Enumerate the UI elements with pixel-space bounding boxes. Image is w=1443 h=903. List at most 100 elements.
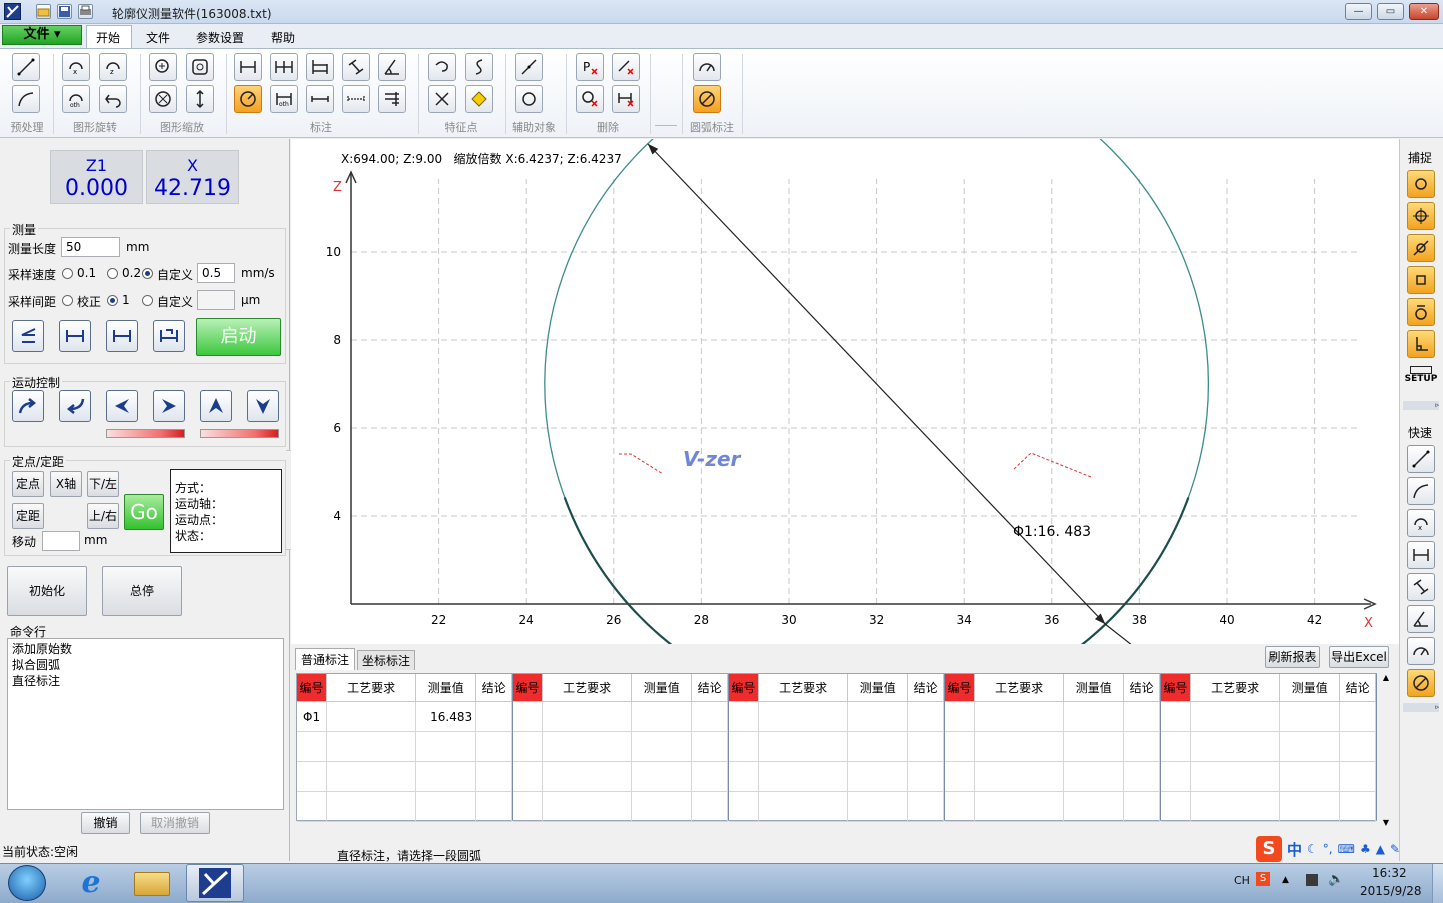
file-menu-button[interactable]: 文件 ▾ <box>2 25 82 45</box>
table-row[interactable] <box>1161 732 1376 762</box>
table-row[interactable] <box>945 702 1160 732</box>
table-cell[interactable] <box>1280 732 1341 762</box>
quick-angle-icon[interactable] <box>1407 605 1435 633</box>
measure-mode-2-icon[interactable] <box>59 320 91 352</box>
maximize-button[interactable]: ▭ <box>1377 3 1404 20</box>
dim-aligned-icon[interactable] <box>342 53 370 81</box>
ime-toolbar[interactable]: S 中 ☾ °, ⌨ ♣ ▲ ✎ <box>1256 836 1442 862</box>
table-row[interactable] <box>945 732 1160 762</box>
table-cell[interactable] <box>758 762 849 792</box>
column-header[interactable]: 工艺要求 <box>974 674 1065 702</box>
table-cell[interactable] <box>692 762 728 792</box>
table-row[interactable] <box>1161 762 1376 792</box>
column-header[interactable]: 测量值 <box>632 674 693 702</box>
table-row[interactable] <box>729 792 944 822</box>
sogou-icon[interactable]: S <box>1256 836 1282 862</box>
table-row[interactable] <box>513 732 728 762</box>
table-cell[interactable] <box>758 702 849 732</box>
file-explorer-icon[interactable] <box>134 872 170 896</box>
quick-rotate-icon[interactable]: x <box>1407 509 1435 537</box>
interval-radio-1[interactable] <box>107 295 118 306</box>
feature-point-icon[interactable] <box>465 85 493 113</box>
snap-quadrant-icon[interactable] <box>1407 298 1435 326</box>
table-cell[interactable] <box>1124 762 1160 792</box>
table-cell[interactable] <box>1064 792 1125 822</box>
profilometer-app-icon[interactable] <box>186 864 244 902</box>
quick-dim-icon[interactable] <box>1407 541 1435 569</box>
table-cell[interactable] <box>1064 702 1125 732</box>
column-header[interactable]: 编号 <box>1161 674 1191 702</box>
move-right-icon[interactable] <box>153 390 185 422</box>
table-cell[interactable] <box>1190 732 1281 762</box>
table-cell[interactable] <box>476 702 512 732</box>
column-header[interactable]: 测量值 <box>1280 674 1341 702</box>
snap-center-icon[interactable] <box>1407 202 1435 230</box>
column-header[interactable]: 工艺要求 <box>542 674 633 702</box>
speed-radio-0-2[interactable] <box>107 268 118 279</box>
table-cell[interactable] <box>945 792 975 822</box>
table-cell[interactable] <box>758 732 849 762</box>
table-cell[interactable] <box>945 732 975 762</box>
table-cell[interactable] <box>729 792 759 822</box>
table-cell[interactable] <box>908 792 944 822</box>
tray-network-icon[interactable] <box>1306 874 1318 886</box>
quick-line-icon[interactable] <box>1407 445 1435 473</box>
table-row[interactable] <box>513 792 728 822</box>
keyboard-icon[interactable]: ⌨ <box>1338 842 1355 856</box>
table-cell[interactable] <box>908 732 944 762</box>
rotate-z-icon[interactable]: z <box>99 53 127 81</box>
delete-line-icon[interactable] <box>612 53 640 81</box>
table-cell[interactable] <box>1340 732 1376 762</box>
column-header[interactable]: 工艺要求 <box>326 674 417 702</box>
dim-line-icon[interactable] <box>306 85 334 113</box>
table-cell[interactable] <box>632 762 693 792</box>
measure-mode-4-icon[interactable] <box>153 320 185 352</box>
move-down-icon[interactable] <box>247 390 279 422</box>
quick-gauge-icon[interactable] <box>1407 637 1435 665</box>
table-cell[interactable] <box>692 792 728 822</box>
table-row[interactable] <box>729 702 944 732</box>
feature-inflection-icon[interactable] <box>465 53 493 81</box>
table-cell[interactable] <box>326 792 417 822</box>
table-row[interactable] <box>1161 702 1376 732</box>
tray-volume-icon[interactable]: 🔈 <box>1328 872 1344 887</box>
table-cell[interactable] <box>297 732 327 762</box>
delete-point-icon[interactable]: P <box>576 53 604 81</box>
table-cell[interactable] <box>542 792 633 822</box>
undo-button[interactable]: 撤销 <box>81 812 130 834</box>
table-cell[interactable] <box>1340 792 1376 822</box>
up-right-button[interactable]: 上/右 <box>87 503 119 529</box>
table-cell[interactable] <box>297 762 327 792</box>
ie-browser-icon[interactable]: e <box>72 866 110 900</box>
table-row[interactable] <box>1161 792 1376 822</box>
start-menu-icon[interactable] <box>8 865 46 901</box>
table-cell[interactable] <box>1190 762 1281 792</box>
table-cell[interactable] <box>848 702 909 732</box>
minimize-button[interactable]: — <box>1345 3 1372 20</box>
table-cell[interactable] <box>476 762 512 792</box>
clock-date[interactable]: 2015/9/28 <box>1360 884 1422 898</box>
speed-radio-0-1[interactable] <box>62 268 73 279</box>
zoom-window-icon[interactable] <box>186 53 214 81</box>
table-cell[interactable] <box>729 762 759 792</box>
feature-intersection-icon[interactable] <box>428 85 456 113</box>
table-cell[interactable] <box>974 732 1065 762</box>
fixed-point-button[interactable]: 定点 <box>12 471 44 497</box>
rotate-other-icon[interactable]: oth <box>62 85 90 113</box>
x-speed-bar[interactable] <box>106 429 185 438</box>
tab-params[interactable]: 参数设置 <box>196 29 244 46</box>
tab-start-label[interactable]: 开始 <box>96 29 120 46</box>
go-button[interactable]: Go <box>124 494 164 530</box>
measure-mode-1-icon[interactable] <box>12 320 44 352</box>
tab-file[interactable]: 文件 <box>146 29 170 46</box>
arc-gauge-icon[interactable] <box>693 53 721 81</box>
table-cell[interactable] <box>1124 732 1160 762</box>
table-cell[interactable] <box>1190 702 1281 732</box>
ime-mode[interactable]: 中 <box>1287 839 1302 860</box>
table-cell[interactable] <box>729 702 759 732</box>
move-left-icon[interactable] <box>106 390 138 422</box>
measure-mode-3-icon[interactable] <box>106 320 138 352</box>
table-cell[interactable] <box>1280 792 1341 822</box>
dim-radius-icon[interactable] <box>234 85 262 113</box>
scroll-up-icon[interactable]: ▲ <box>1379 673 1393 682</box>
